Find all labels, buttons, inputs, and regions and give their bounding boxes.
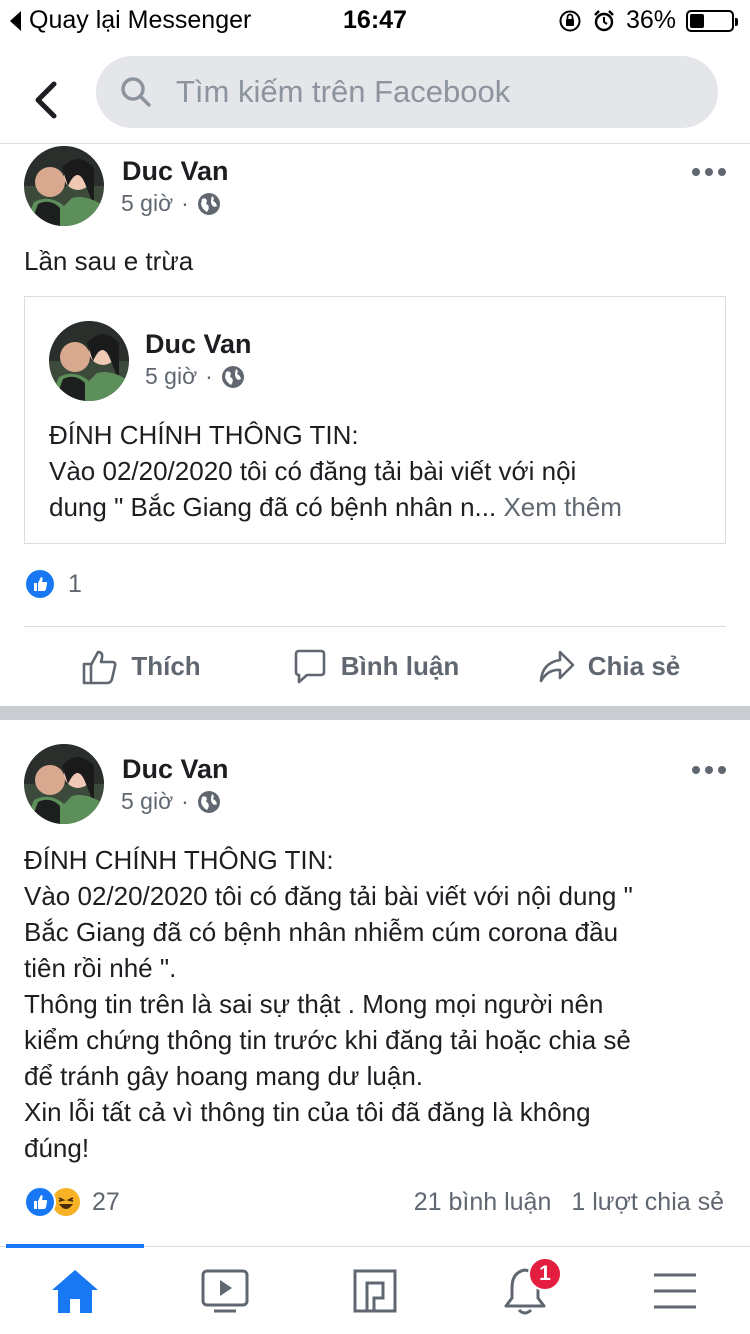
tab-menu[interactable] [600,1247,750,1334]
tab-watch[interactable] [150,1247,300,1334]
text-line: Thông tin trên là sai sự thật . Mong mọi… [24,989,604,1019]
tab-notifications[interactable]: 1 [450,1247,600,1334]
marketplace-icon [353,1269,397,1312]
post-meta: 5 giờ · [121,788,221,815]
text-line: tiên rồi nhé ". [24,953,177,983]
engagement-counts: 21 bình luận 1 lượt chia sẻ [414,1188,724,1217]
text-line: Vào 02/20/2020 tôi có đăng tải bài viết … [24,881,633,911]
reaction-count: 27 [92,1187,120,1216]
text-line: Bắc Giang đã có bệnh nhân nhiễm cúm coro… [24,917,619,947]
like-reaction-icon [24,1186,56,1218]
text-line: Xin lỗi tất cả vì thông tin của tôi đã đ… [24,1097,591,1127]
post-2: Duc Van 5 giờ · ĐÍNH CHÍNH THÔNG TIN: Và… [0,0,750,1246]
comment-count[interactable]: 21 bình luận [414,1188,552,1217]
post-time[interactable]: 5 giờ [121,788,173,815]
share-count[interactable]: 1 lượt chia sẻ [571,1188,724,1217]
post-author[interactable]: Duc Van [122,754,229,785]
reaction-summary[interactable]: 27 [24,1186,120,1218]
tab-marketplace[interactable] [300,1247,450,1334]
home-icon [52,1269,98,1313]
avatar[interactable] [24,744,104,824]
post-text: ĐÍNH CHÍNH THÔNG TIN: Vào 02/20/2020 tôi… [24,842,726,1166]
post-options-button[interactable] [692,766,726,776]
hamburger-menu-icon [654,1273,696,1308]
meta-dot: · [181,788,189,814]
bottom-nav: 1 [0,1244,750,1334]
text-line: kiểm chứng thông tin trước khi đăng tải … [24,1025,631,1055]
text-line: ĐÍNH CHÍNH THÔNG TIN: [24,845,334,875]
tab-home[interactable] [0,1247,150,1334]
notification-badge: 1 [528,1257,562,1291]
text-line: để tránh gây hoang mang dư luận. [24,1061,424,1091]
globe-icon [197,790,220,813]
text-line: đúng! [24,1133,90,1163]
watch-video-icon [201,1269,249,1312]
